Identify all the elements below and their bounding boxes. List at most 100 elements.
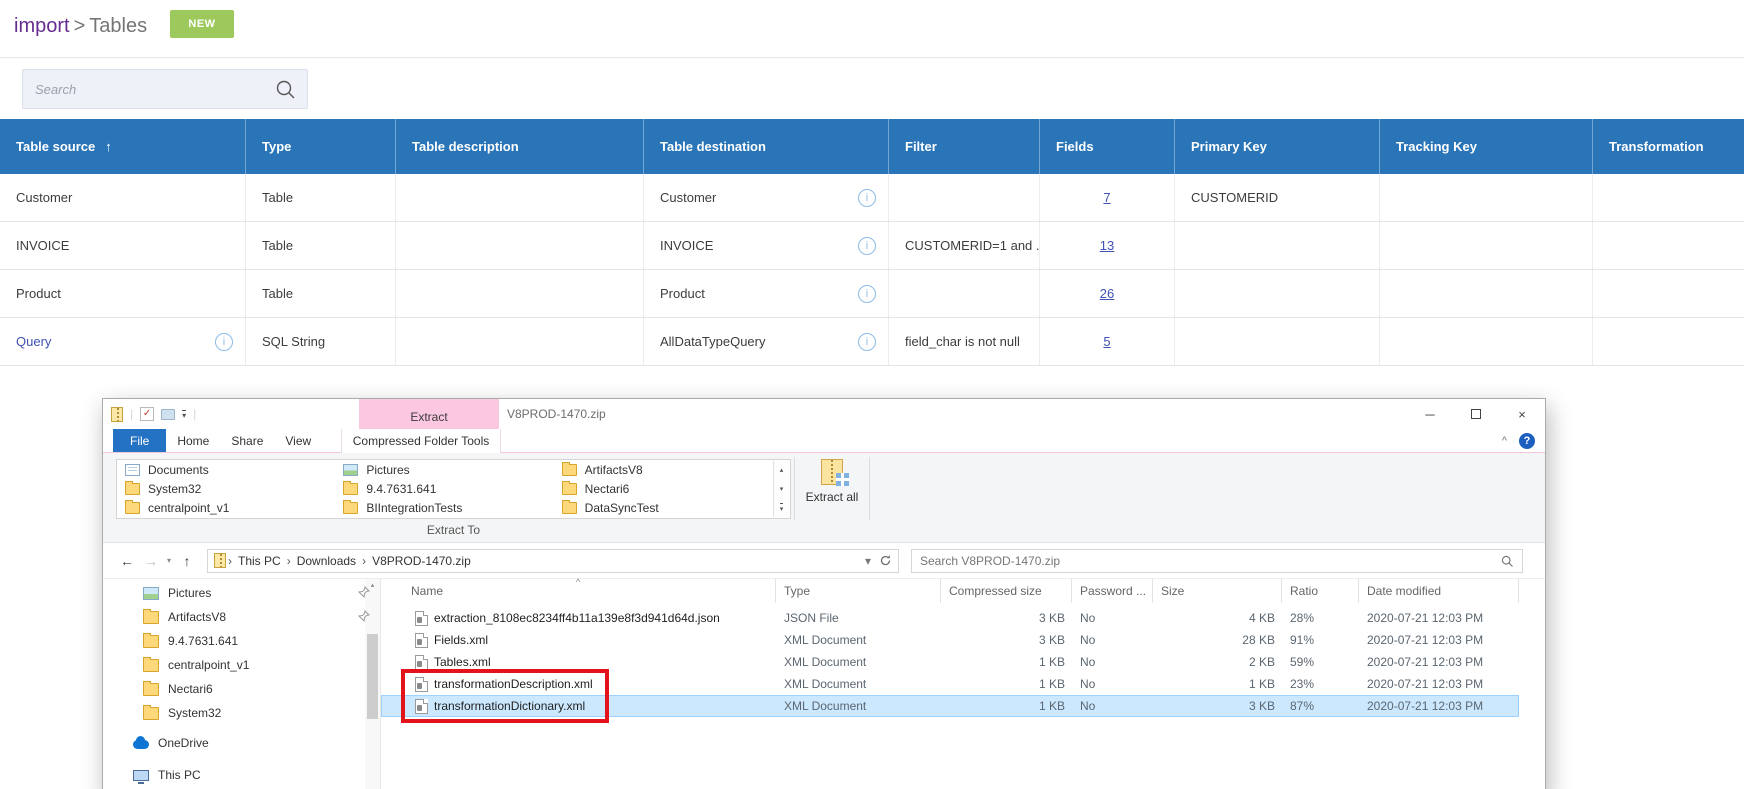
info-icon[interactable]: i xyxy=(858,189,876,207)
info-icon[interactable]: i xyxy=(215,333,233,351)
extract-to-folder[interactable]: DataSyncTest xyxy=(554,499,772,518)
file-column-header[interactable]: Password ... xyxy=(1072,579,1153,603)
nav-pane-item[interactable]: This PC xyxy=(103,763,380,787)
back-icon[interactable]: ← xyxy=(115,553,139,569)
address-crumb[interactable]: Downloads xyxy=(291,554,362,568)
screen: import>Tables NEW Search Table source ↑ … xyxy=(0,0,1744,789)
search-panel: Search xyxy=(0,57,1744,119)
grid-row[interactable]: Product i Table Product i 26 xyxy=(0,270,1744,318)
properties-check-icon[interactable] xyxy=(140,407,154,421)
close-button[interactable]: × xyxy=(1499,399,1545,429)
info-icon[interactable]: i xyxy=(858,285,876,303)
menu-tab[interactable]: Home xyxy=(166,429,220,452)
grid-column-header[interactable]: Table source ↑ xyxy=(0,119,245,174)
title-bar[interactable]: | ▾ | Extract V8PROD-1470.zip ─ × xyxy=(103,399,1545,429)
search-icon[interactable] xyxy=(1501,555,1514,568)
cell-table-source: Customer i xyxy=(0,174,245,221)
search-icon[interactable] xyxy=(275,79,297,101)
breadcrumb-import[interactable]: import xyxy=(14,15,70,37)
recent-locations-dropdown-icon[interactable]: ▾ xyxy=(163,556,175,565)
folder-icon xyxy=(562,464,577,476)
gallery-scroll-up-icon[interactable]: ▴ xyxy=(774,461,789,480)
extract-to-folder[interactable]: Documents xyxy=(117,460,335,479)
sort-asc-icon[interactable]: ↑ xyxy=(105,139,112,154)
extract-to-folder[interactable]: BIIntegrationTests xyxy=(335,499,553,518)
new-folder-icon[interactable] xyxy=(161,409,175,420)
address-crumb[interactable]: This PC xyxy=(232,554,287,568)
grid-row[interactable]: INVOICE i Table INVOICE i CUSTOMERID=1 a… xyxy=(0,222,1744,270)
grid-column-header[interactable]: Table description ↑ xyxy=(395,119,643,174)
grid-column-label: Filter xyxy=(905,139,937,154)
menu-tab[interactable]: Compressed Folder Tools xyxy=(341,429,501,453)
help-icon[interactable]: ? xyxy=(1519,433,1535,449)
nav-pane-item[interactable]: centralpoint_v1 xyxy=(103,653,380,677)
cell-type: Table xyxy=(245,174,395,221)
grid-column-header[interactable]: Transformation ↑ xyxy=(1592,119,1744,174)
file-row[interactable]: extraction_8108ec8234ff4b11a139e8f3d941d… xyxy=(381,607,1519,629)
file-name: Tables.xml xyxy=(434,655,491,669)
info-icon[interactable]: i xyxy=(858,333,876,351)
grid-row[interactable]: Customer i Table Customer i 7 CUSTOMERID xyxy=(0,174,1744,222)
fields-count-link[interactable]: 7 xyxy=(1103,190,1110,205)
cell-destination: Customer i xyxy=(643,174,888,221)
address-dropdown-icon[interactable]: ▾ xyxy=(865,554,871,568)
gallery-scroll-down-icon[interactable]: ▾ xyxy=(774,480,789,499)
file-column-header[interactable]: Size xyxy=(1153,579,1282,603)
grid-column-header[interactable]: Filter ↑ xyxy=(888,119,1039,174)
extract-all-button[interactable]: Extract all xyxy=(803,459,861,535)
fields-count-link[interactable]: 26 xyxy=(1100,286,1114,301)
file-column-header[interactable]: Type xyxy=(776,579,941,603)
file-column-header[interactable]: Compressed size xyxy=(941,579,1072,603)
extract-to-folder[interactable]: centralpoint_v1 xyxy=(117,499,335,518)
extract-to-folder[interactable]: ArtifactsV8 xyxy=(554,460,772,479)
address-crumb[interactable]: V8PROD-1470.zip xyxy=(366,554,477,568)
fields-count-link[interactable]: 5 xyxy=(1103,334,1110,349)
nav-pane-item[interactable]: System32 xyxy=(103,701,380,725)
nav-pane-item[interactable]: 9.4.7631.641 xyxy=(103,629,380,653)
new-button[interactable]: NEW xyxy=(170,10,234,38)
search-input[interactable]: Search xyxy=(22,69,308,109)
menu-tab[interactable]: Share xyxy=(220,429,274,452)
cell-fields: 26 xyxy=(1039,270,1174,317)
grid-column-header[interactable]: Primary Key ↑ xyxy=(1174,119,1379,174)
extract-to-folder[interactable]: Nectari6 xyxy=(554,479,772,498)
cell-description xyxy=(395,174,643,221)
up-icon[interactable]: ↑ xyxy=(175,553,199,569)
grid-column-header[interactable]: Fields ↑ xyxy=(1039,119,1174,174)
menu-tab[interactable]: View xyxy=(274,429,322,452)
file-column-header[interactable]: Date modified xyxy=(1359,579,1519,603)
file-ratio-cell: 28% xyxy=(1282,607,1359,629)
maximize-button[interactable] xyxy=(1453,399,1499,429)
menu-tab[interactable]: File xyxy=(113,429,166,452)
extract-to-folder[interactable]: System32 xyxy=(117,479,335,498)
file-type-cell: XML Document xyxy=(776,629,941,651)
grid-column-header[interactable]: Table destination ↑ xyxy=(643,119,888,174)
collapse-ribbon-icon[interactable]: ^ xyxy=(1502,435,1507,447)
customize-toolbar-dropdown-icon[interactable]: ▾ xyxy=(182,410,186,419)
file-row[interactable]: Fields.xml XML Document 3 KB No 28 KB 91… xyxy=(381,629,1519,651)
address-bar-row: ← → ▾ ↑ › This PC › Downloads › V8PROD-1… xyxy=(103,543,1545,579)
table-source-value: Customer xyxy=(16,190,72,205)
extract-to-folder[interactable]: 9.4.7631.641 xyxy=(335,479,553,498)
nav-pane-item[interactable]: Nectari6 xyxy=(103,677,380,701)
nav-pane-item[interactable]: OneDrive xyxy=(103,731,380,755)
search-placeholder: Search xyxy=(35,82,76,97)
grid-column-header[interactable]: Tracking Key ↑ xyxy=(1379,119,1592,174)
address-bar[interactable]: › This PC › Downloads › V8PROD-1470.zip … xyxy=(207,549,899,573)
minimize-button[interactable]: ─ xyxy=(1407,399,1453,429)
grid-column-header[interactable]: Type ↑ xyxy=(245,119,395,174)
cell-fields: 13 xyxy=(1039,222,1174,269)
extract-to-folder-label: DataSyncTest xyxy=(585,501,659,515)
nav-pane-item[interactable]: ArtifactsV8 xyxy=(103,605,380,629)
fields-count-link[interactable]: 13 xyxy=(1100,238,1114,253)
ribbon-group-separator xyxy=(869,457,870,520)
info-icon[interactable]: i xyxy=(858,237,876,255)
nav-pane-item[interactable]: Pictures xyxy=(103,581,380,605)
forward-icon[interactable]: → xyxy=(139,553,163,569)
extract-to-folder[interactable]: Pictures xyxy=(335,460,553,479)
grid-row[interactable]: Query i SQL String AllDataTypeQuery i fi… xyxy=(0,318,1744,366)
file-column-header[interactable]: Ratio xyxy=(1282,579,1359,603)
explorer-search-input[interactable]: Search V8PROD-1470.zip xyxy=(911,549,1523,573)
gallery-more-icon[interactable]: ▾ xyxy=(774,498,789,517)
refresh-icon[interactable] xyxy=(879,554,892,567)
